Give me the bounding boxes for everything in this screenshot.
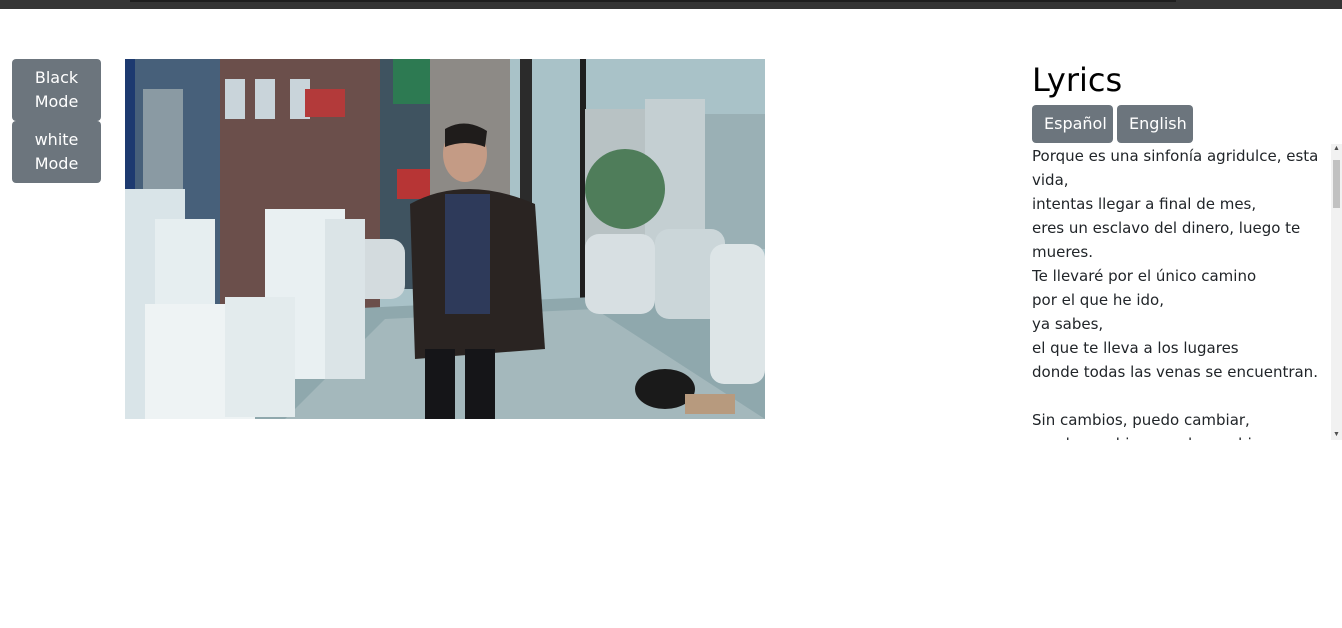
scroll-up-arrow-icon[interactable]: ▲ xyxy=(1331,144,1342,154)
black-mode-button[interactable]: Black Mode xyxy=(12,59,101,121)
browser-top-bar xyxy=(0,0,1342,9)
white-mode-button[interactable]: white Mode xyxy=(12,121,101,183)
english-language-button[interactable]: English xyxy=(1117,105,1193,143)
scroll-down-arrow-icon[interactable]: ▼ xyxy=(1331,430,1342,440)
top-bar-strip xyxy=(130,0,1176,2)
lyrics-text: Porque es una sinfonía agridulce, esta v… xyxy=(1032,147,1319,440)
lyrics-scroll-container[interactable]: Porque es una sinfonía agridulce, esta v… xyxy=(1032,144,1342,440)
scrollbar-thumb[interactable] xyxy=(1333,160,1340,208)
video-frame xyxy=(125,59,765,419)
lyrics-scrollbar[interactable]: ▲ ▼ xyxy=(1331,144,1342,440)
lyrics-title: Lyrics xyxy=(1032,61,1123,99)
spanish-language-button[interactable]: Español xyxy=(1032,105,1113,143)
video-player[interactable] xyxy=(125,59,765,419)
